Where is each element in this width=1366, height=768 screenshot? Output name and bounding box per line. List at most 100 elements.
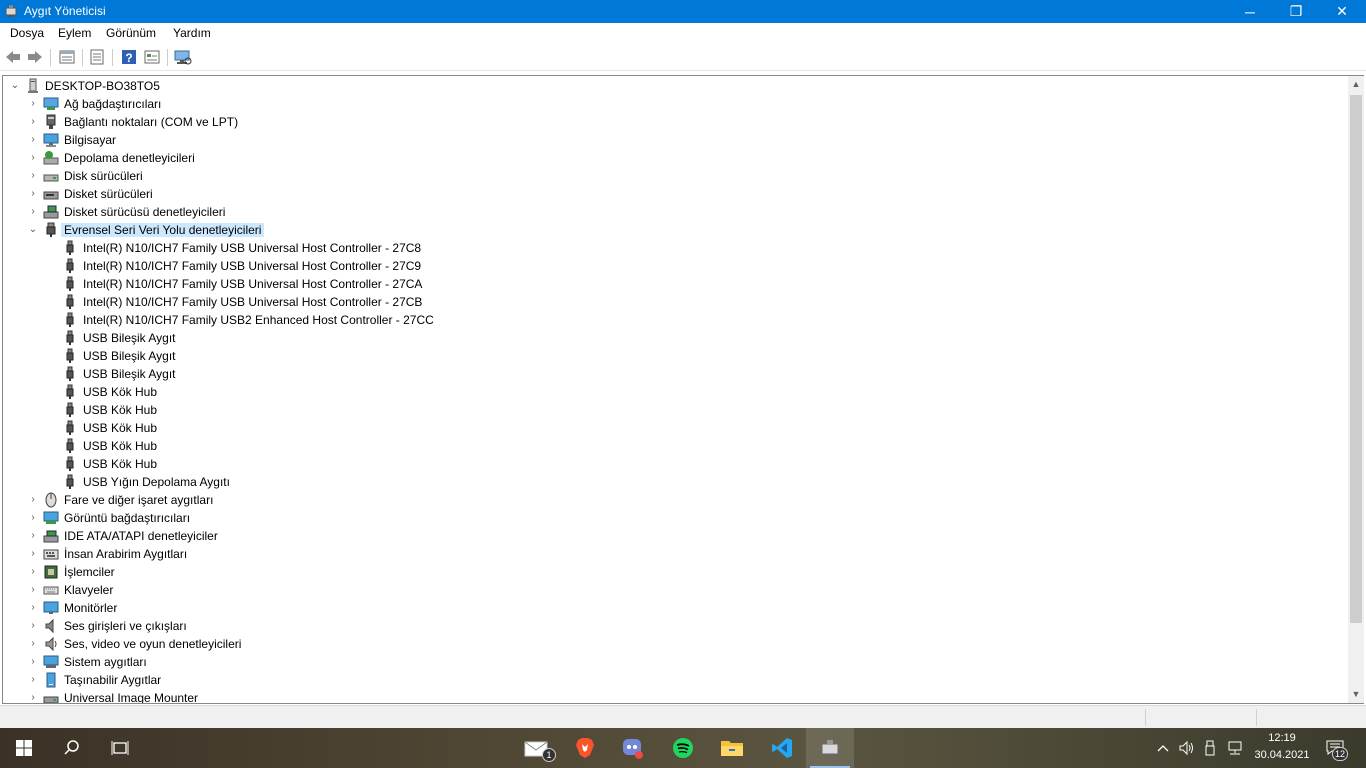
usb-eject-button[interactable] [1200,728,1220,768]
device-item[interactable]: Intel(R) N10/ICH7 Family USB2 Enhanced H… [3,311,1343,329]
device-item[interactable]: USB Kök Hub [3,419,1343,437]
expand-chevron-icon[interactable]: › [27,512,39,524]
toolbar: ? [0,44,1366,71]
menu-help[interactable]: Yardım [173,26,211,40]
tree-category[interactable]: › Bağlantı noktaları (COM ve LPT) [3,113,1343,131]
scroll-down-icon[interactable]: ▼ [1348,686,1364,703]
device-item[interactable]: USB Kök Hub [3,383,1343,401]
tree-category[interactable]: › İnsan Arabirim Aygıtları [3,545,1343,563]
expand-chevron-icon[interactable]: › [27,152,39,164]
device-item[interactable]: USB Kök Hub [3,401,1343,419]
search-button[interactable] [48,728,96,768]
device-item[interactable]: USB Kök Hub [3,455,1343,473]
tree-category[interactable]: › Depolama denetleyicileri [3,149,1343,167]
expand-chevron-icon[interactable]: › [27,494,39,506]
tree-category[interactable]: › Ses girişleri ve çıkışları [3,617,1343,635]
update-driver-icon[interactable] [88,48,106,66]
tree-category[interactable]: › Görüntü bağdaştırıcıları [3,509,1343,527]
back-icon[interactable] [4,48,22,66]
tree-category[interactable]: › Universal Image Mounter [3,689,1343,703]
expand-chevron-icon[interactable]: › [27,638,39,650]
network-button[interactable] [1223,728,1247,768]
menu-action[interactable]: Eylem [58,26,91,40]
expand-chevron-icon[interactable]: › [27,530,39,542]
device-label: Intel(R) N10/ICH7 Family USB Universal H… [83,241,422,255]
tree-category[interactable]: › Taşınabilir Aygıtlar [3,671,1343,689]
tree-category[interactable]: › Klavyeler [3,581,1343,599]
device-label: Intel(R) N10/ICH7 Family USB Universal H… [83,259,422,273]
tree-category[interactable]: › Monitörler [3,599,1343,617]
action-center-button[interactable]: 12 [1315,728,1355,768]
expand-chevron-icon[interactable]: › [27,584,39,596]
category-label: Fare ve diğer işaret aygıtları [64,493,214,507]
expand-chevron-icon[interactable]: › [27,692,39,703]
expand-chevron-icon[interactable]: › [27,674,39,686]
scroll-thumb[interactable] [1350,95,1362,623]
device-item[interactable]: Intel(R) N10/ICH7 Family USB Universal H… [3,257,1343,275]
volume-button[interactable] [1176,728,1198,768]
tree-category[interactable]: › Bilgisayar [3,131,1343,149]
device-tree[interactable]: ⌄ DESKTOP-BO38TO5 › Ağ bağdaştırıcıları … [2,75,1364,704]
expand-chevron-icon[interactable]: › [27,566,39,578]
tree-category[interactable]: › IDE ATA/ATAPI denetleyiciler [3,527,1343,545]
show-hidden-icons-button[interactable] [1153,728,1173,768]
scroll-up-icon[interactable]: ▲ [1348,76,1364,93]
taskbar-mail[interactable]: 1 [513,728,561,768]
tree-category-usb[interactable]: ⌄ Evrensel Seri Veri Yolu denetleyiciler… [3,221,1343,239]
device-label: Intel(R) N10/ICH7 Family USB2 Enhanced H… [83,313,434,327]
device-item[interactable]: USB Bileşik Aygıt [3,329,1343,347]
toolbar-separator [167,49,168,66]
taskbar-file-explorer[interactable] [708,728,756,768]
taskbar-vscode[interactable] [758,728,806,768]
tree-category[interactable]: › Disket sürücüleri [3,185,1343,203]
collapse-chevron-icon[interactable]: ⌄ [27,224,39,236]
taskbar-spotify[interactable] [659,728,707,768]
windows-logo-icon [16,740,32,756]
expand-chevron-icon[interactable]: › [27,170,39,182]
menu-file[interactable]: Dosya [10,26,44,40]
collapse-chevron-icon[interactable]: ⌄ [9,80,21,92]
device-item[interactable]: Intel(R) N10/ICH7 Family USB Universal H… [3,275,1343,293]
device-item[interactable]: USB Yığın Depolama Aygıtı [3,473,1343,491]
expand-chevron-icon[interactable]: › [27,548,39,560]
expand-chevron-icon[interactable]: › [27,620,39,632]
minimize-button[interactable]: ─ [1227,0,1273,23]
expand-chevron-icon[interactable]: › [27,602,39,614]
category-label: Klavyeler [64,583,114,597]
taskbar-brave[interactable] [561,728,609,768]
device-manager-icon [5,5,17,17]
menu-view[interactable]: Görünüm [106,26,156,40]
device-item[interactable]: Intel(R) N10/ICH7 Family USB Universal H… [3,239,1343,257]
close-button[interactable]: ✕ [1319,0,1365,23]
tree-category[interactable]: › Ses, video ve oyun denetleyicileri [3,635,1343,653]
tree-category[interactable]: › Sistem aygıtları [3,653,1343,671]
tree-category[interactable]: › Ağ bağdaştırıcıları [3,95,1343,113]
expand-chevron-icon[interactable]: › [27,98,39,110]
properties-icon[interactable] [58,48,76,66]
device-item[interactable]: USB Bileşik Aygıt [3,365,1343,383]
tree-category[interactable]: › Fare ve diğer işaret aygıtları [3,491,1343,509]
expand-chevron-icon[interactable]: › [27,134,39,146]
expand-chevron-icon[interactable]: › [27,116,39,128]
tree-category[interactable]: › Disket sürücüsü denetleyicileri [3,203,1343,221]
maximize-button[interactable]: ❐ [1273,0,1319,23]
start-button[interactable] [0,728,48,768]
tree-root[interactable]: ⌄ DESKTOP-BO38TO5 [3,77,1343,95]
vertical-scrollbar[interactable]: ▲ ▼ [1348,76,1364,703]
task-view-button[interactable] [96,728,144,768]
forward-icon[interactable] [26,48,44,66]
tree-category[interactable]: › Disk sürücüleri [3,167,1343,185]
expand-chevron-icon[interactable]: › [27,206,39,218]
show-hidden-icon[interactable] [143,48,161,66]
scan-hardware-icon[interactable] [174,48,192,66]
device-item[interactable]: USB Bileşik Aygıt [3,347,1343,365]
expand-chevron-icon[interactable]: › [27,656,39,668]
taskbar-discord[interactable] [609,728,657,768]
expand-chevron-icon[interactable]: › [27,188,39,200]
tree-category[interactable]: › İşlemciler [3,563,1343,581]
help-icon[interactable]: ? [120,48,138,66]
device-item[interactable]: Intel(R) N10/ICH7 Family USB Universal H… [3,293,1343,311]
taskbar-device-manager[interactable] [806,728,854,768]
clock[interactable]: 12:19 30.04.2021 [1252,728,1312,768]
device-item[interactable]: USB Kök Hub [3,437,1343,455]
